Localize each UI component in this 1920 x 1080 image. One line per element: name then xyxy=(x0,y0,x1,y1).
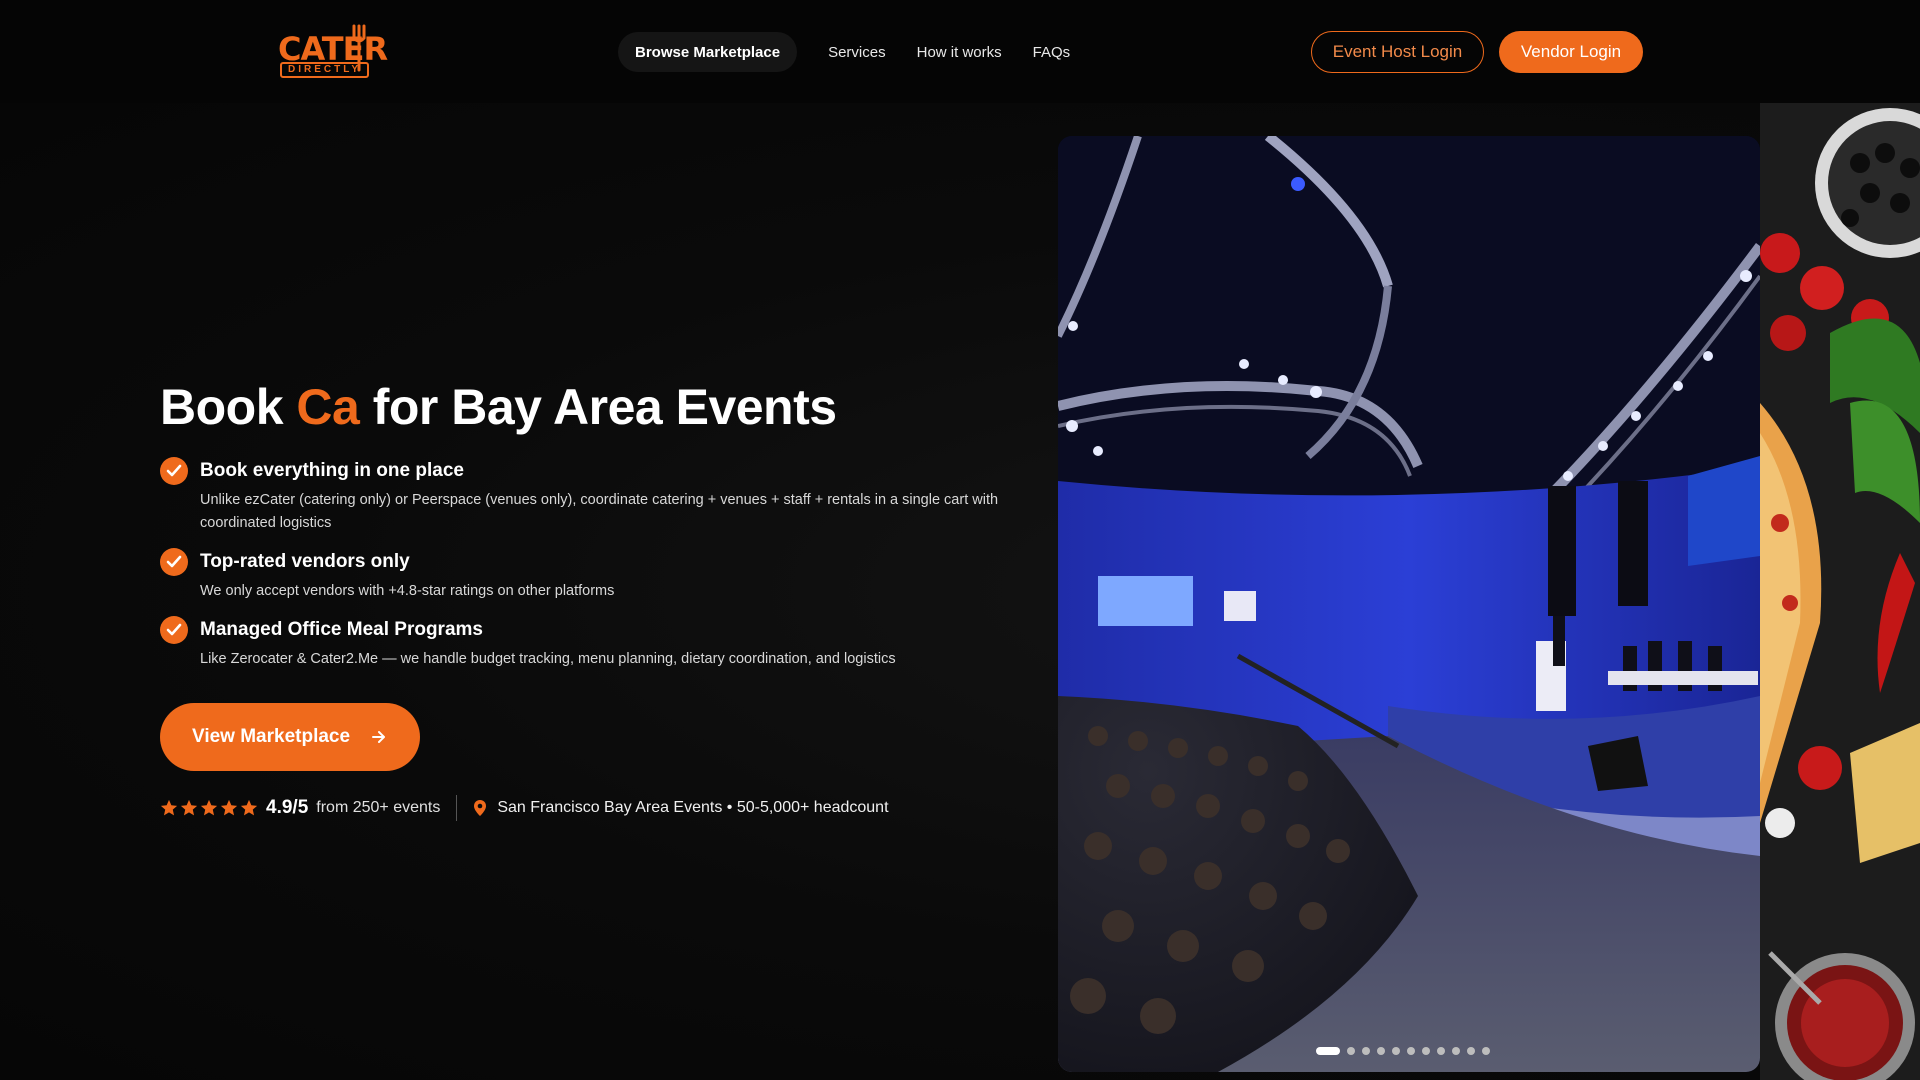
feature-title: Managed Office Meal Programs xyxy=(200,619,483,640)
rating-value: 4.9/5 xyxy=(266,797,309,818)
feature-description: We only accept vendors with +4.8-star ra… xyxy=(200,583,615,599)
carousel-dot[interactable] xyxy=(1347,1047,1355,1055)
carousel-dot[interactable] xyxy=(1392,1047,1400,1055)
arrow-right-icon xyxy=(372,731,385,743)
carousel-dot[interactable] xyxy=(1316,1047,1340,1055)
event-hero-image xyxy=(1058,136,1760,1072)
top-navbar: CATER DIRECTLY Browse Marketplace Servic… xyxy=(0,0,1920,103)
feature-description: Like Zerocater & Cater2.Me — we handle b… xyxy=(200,651,896,667)
star-icon xyxy=(180,799,198,816)
food-background-image xyxy=(1760,103,1920,1080)
headline-suffix: for Bay Area Events xyxy=(359,379,837,435)
nav-links: Browse Marketplace Services How it works… xyxy=(618,32,1070,72)
carousel-dot[interactable] xyxy=(1377,1047,1385,1055)
check-icon xyxy=(160,457,188,485)
location-text: San Francisco Bay Area Events • 50-5,000… xyxy=(497,799,889,816)
nav-faqs[interactable]: FAQs xyxy=(1033,44,1071,61)
divider xyxy=(456,795,458,821)
feature-description: Unlike ezCater (catering only) or Peersp… xyxy=(200,492,999,531)
carousel-dot[interactable] xyxy=(1437,1047,1445,1055)
hero-headline: Book Ca for Bay Area Events xyxy=(160,378,837,436)
feature-title: Book everything in one place xyxy=(200,460,464,481)
vendor-login-button[interactable]: Vendor Login xyxy=(1499,31,1643,73)
star-icon xyxy=(220,799,238,816)
carousel-dot[interactable] xyxy=(1422,1047,1430,1055)
rating-label: from 250+ events xyxy=(316,799,441,816)
carousel-indicators xyxy=(1316,1047,1490,1055)
check-icon xyxy=(160,616,188,644)
star-icon xyxy=(240,799,258,816)
cta-label: View Marketplace xyxy=(192,726,351,747)
check-icon xyxy=(160,548,188,576)
nav-browse-marketplace[interactable]: Browse Marketplace xyxy=(618,32,798,72)
feature-title: Top-rated vendors only xyxy=(200,551,410,572)
event-host-login-button[interactable]: Event Host Login xyxy=(1311,31,1484,73)
view-marketplace-button[interactable]: View Marketplace xyxy=(160,703,420,771)
nav-services[interactable]: Services xyxy=(828,44,886,61)
carousel-dot[interactable] xyxy=(1467,1047,1475,1055)
star-icon xyxy=(200,799,218,816)
headline-rotating-word: Ca xyxy=(296,379,360,435)
location-pin-icon xyxy=(474,800,487,816)
carousel-dot[interactable] xyxy=(1452,1047,1460,1055)
cater-directly-logo[interactable]: CATER DIRECTLY xyxy=(278,24,388,78)
fork-icon xyxy=(352,24,366,72)
star-icon xyxy=(160,799,178,816)
headline-prefix: Book xyxy=(160,379,297,435)
carousel-dot[interactable] xyxy=(1407,1047,1415,1055)
carousel-dot[interactable] xyxy=(1362,1047,1370,1055)
star-rating xyxy=(160,799,258,817)
carousel-dot[interactable] xyxy=(1482,1047,1490,1055)
rating-row: 4.9/5 from 250+ events San Francisco Bay… xyxy=(160,795,889,821)
nav-how-it-works[interactable]: How it works xyxy=(917,44,1002,61)
